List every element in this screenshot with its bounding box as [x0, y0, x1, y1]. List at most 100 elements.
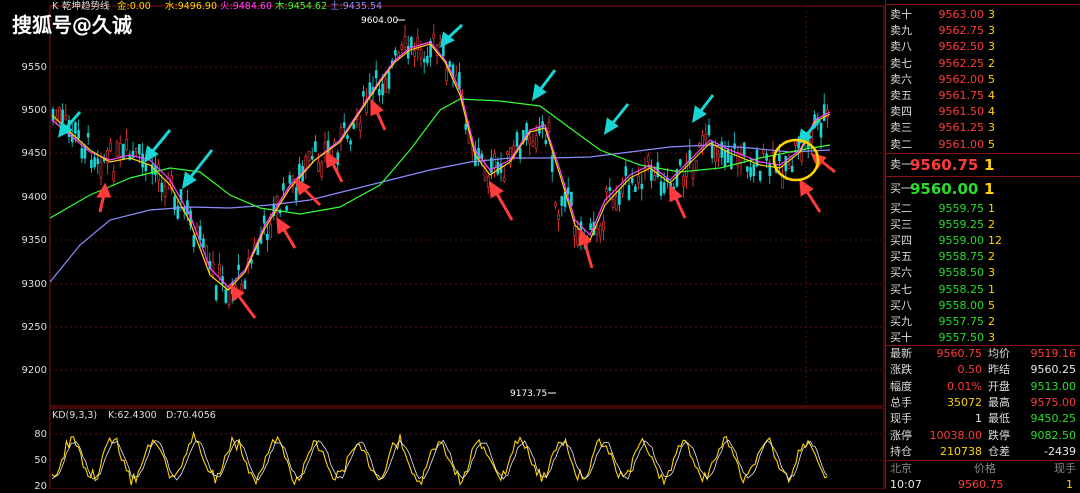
candle-body: [96, 158, 100, 165]
ask-level-row[interactable]: 卖十 9563.00 3: [886, 7, 1080, 23]
candle-body: [202, 238, 205, 248]
ask-level-row[interactable]: 卖七 9562.25 2: [886, 56, 1080, 72]
ask-level-row[interactable]: 卖三 9561.25 3: [886, 120, 1080, 136]
bid-level-row[interactable]: 买十 9557.50 3: [886, 330, 1080, 346]
candle-body: [64, 115, 68, 120]
candle-body: [678, 159, 682, 166]
level-price: 9561.00: [938, 137, 985, 151]
price-chart[interactable]: 9550 9500 9450 9400 9350 9300 9250 9200: [0, 0, 885, 489]
candle-body: [752, 164, 756, 177]
bid-level-row[interactable]: 买七 9558.25 1: [886, 282, 1080, 298]
stat-label: 最高: [988, 395, 1010, 409]
ask-level-row[interactable]: 卖九 9562.75 3: [886, 23, 1080, 39]
ask1-label: 卖一: [890, 158, 912, 171]
candle-body: [445, 69, 448, 82]
ask-level-row[interactable]: 卖二 9561.00 5: [886, 137, 1080, 153]
level-price: 9557.50: [938, 330, 985, 344]
ask-level-row[interactable]: 卖五 9561.75 4: [886, 88, 1080, 104]
level-volume: 3: [988, 121, 995, 135]
candle-body: [595, 227, 599, 235]
level-label: 买三: [890, 218, 912, 232]
ask-level-row[interactable]: 卖四 9561.50 4: [886, 104, 1080, 120]
candle-body: [726, 148, 730, 163]
stat-value: 9575.00: [1030, 395, 1077, 409]
stats-row: 总手 35072 最高 9575.00: [886, 395, 1080, 411]
bid-level-row[interactable]: 买四 9559.00 12: [886, 233, 1080, 249]
candle-body: [349, 140, 352, 145]
candle-body: [448, 61, 452, 67]
bid-level-row[interactable]: 买五 9558.75 2: [886, 249, 1080, 265]
level-price: 9562.25: [938, 56, 985, 70]
level-label: 卖五: [890, 89, 912, 102]
ask-level-row[interactable]: 卖六 9562.00 5: [886, 72, 1080, 88]
level-volume: 1: [988, 202, 995, 215]
stat-value: 9560.75: [936, 347, 983, 360]
ask1-row[interactable]: 卖一 9560.75 1: [886, 155, 1080, 175]
trade-vol: 1: [1066, 478, 1073, 491]
fire-value: 火:9484.60: [220, 1, 272, 12]
stats-row: 涨跌 0.50 昨结 9560.25: [886, 362, 1080, 378]
stat-label: 最低: [988, 412, 1010, 426]
order-book-panel: 卖十 9563.00 3 卖九 9562.75 3 卖八 9562.50 3 卖七 9562.25 2…: [885, 0, 1080, 491]
ask1-price: 9560.75: [910, 156, 979, 174]
stat-value: 9082.50: [1030, 428, 1077, 442]
ask-level-row[interactable]: 卖八 9562.50 3: [886, 39, 1080, 55]
stat-value: 35072: [947, 395, 982, 409]
candle-body: [618, 190, 621, 205]
candle-body: [768, 163, 772, 176]
candle-body: [198, 226, 202, 241]
candle-body: [819, 122, 823, 138]
stats-row: 最新 9560.75 均价 9519.16: [886, 346, 1080, 362]
candle-body: [214, 285, 218, 301]
candle-body: [547, 121, 551, 133]
trade-time: 10:07: [890, 478, 922, 491]
level-price: 9559.00: [938, 234, 985, 248]
candle-body: [624, 166, 628, 176]
level-label: 卖六: [890, 72, 912, 86]
candle-body: [378, 88, 381, 96]
water-value: 水:9496.90: [165, 0, 217, 12]
level-label: 卖八: [890, 40, 912, 54]
candle-body: [611, 199, 615, 208]
bid-level-row[interactable]: 买三 9559.25 2: [886, 217, 1080, 233]
level-price: 9559.25: [938, 218, 985, 232]
bid1-row[interactable]: 买一 9560.00 1: [886, 179, 1080, 199]
kd-tick: 80: [34, 429, 47, 440]
candle-body: [269, 224, 272, 239]
candle-body: [506, 151, 509, 155]
bid-level-row[interactable]: 买六 9558.50 3: [886, 265, 1080, 281]
stat-value: 9513.00: [1030, 379, 1077, 393]
stat-label: 涨跌: [890, 363, 912, 377]
level-label: 买八: [890, 298, 912, 312]
candle-body: [531, 141, 535, 147]
candle-body: [352, 123, 356, 129]
candle-body: [310, 155, 314, 160]
bid-level-row[interactable]: 买九 9557.75 2: [886, 314, 1080, 330]
candle-body: [374, 70, 378, 79]
candle-body: [554, 202, 557, 207]
level-label: 卖十: [890, 8, 912, 21]
bid-level-row[interactable]: 买八 9558.00 5: [886, 298, 1080, 314]
candle-body: [346, 135, 349, 139]
candle-body: [730, 155, 733, 169]
candle-body: [77, 130, 80, 139]
candle-body: [109, 142, 112, 152]
level-label: 买七: [890, 282, 912, 296]
stat-value: 0.50: [957, 363, 983, 377]
level-volume: 3: [988, 8, 995, 21]
candle-body: [694, 160, 698, 171]
candle-body: [486, 176, 490, 188]
bid-level-row[interactable]: 买二 9559.75 1: [886, 201, 1080, 217]
candle-body: [384, 78, 388, 93]
candle-body: [262, 215, 266, 224]
level-volume: 1: [988, 282, 995, 296]
stat-value: 9560.25: [1030, 363, 1077, 377]
candle-body: [573, 226, 576, 237]
stat-value: -2439: [1044, 444, 1076, 458]
candle-body: [496, 162, 500, 175]
candle-body: [131, 150, 135, 158]
candle-body: [93, 157, 96, 168]
candle-body: [544, 140, 548, 144]
candle-body: [381, 83, 384, 96]
level-price: 9562.00: [938, 72, 985, 86]
